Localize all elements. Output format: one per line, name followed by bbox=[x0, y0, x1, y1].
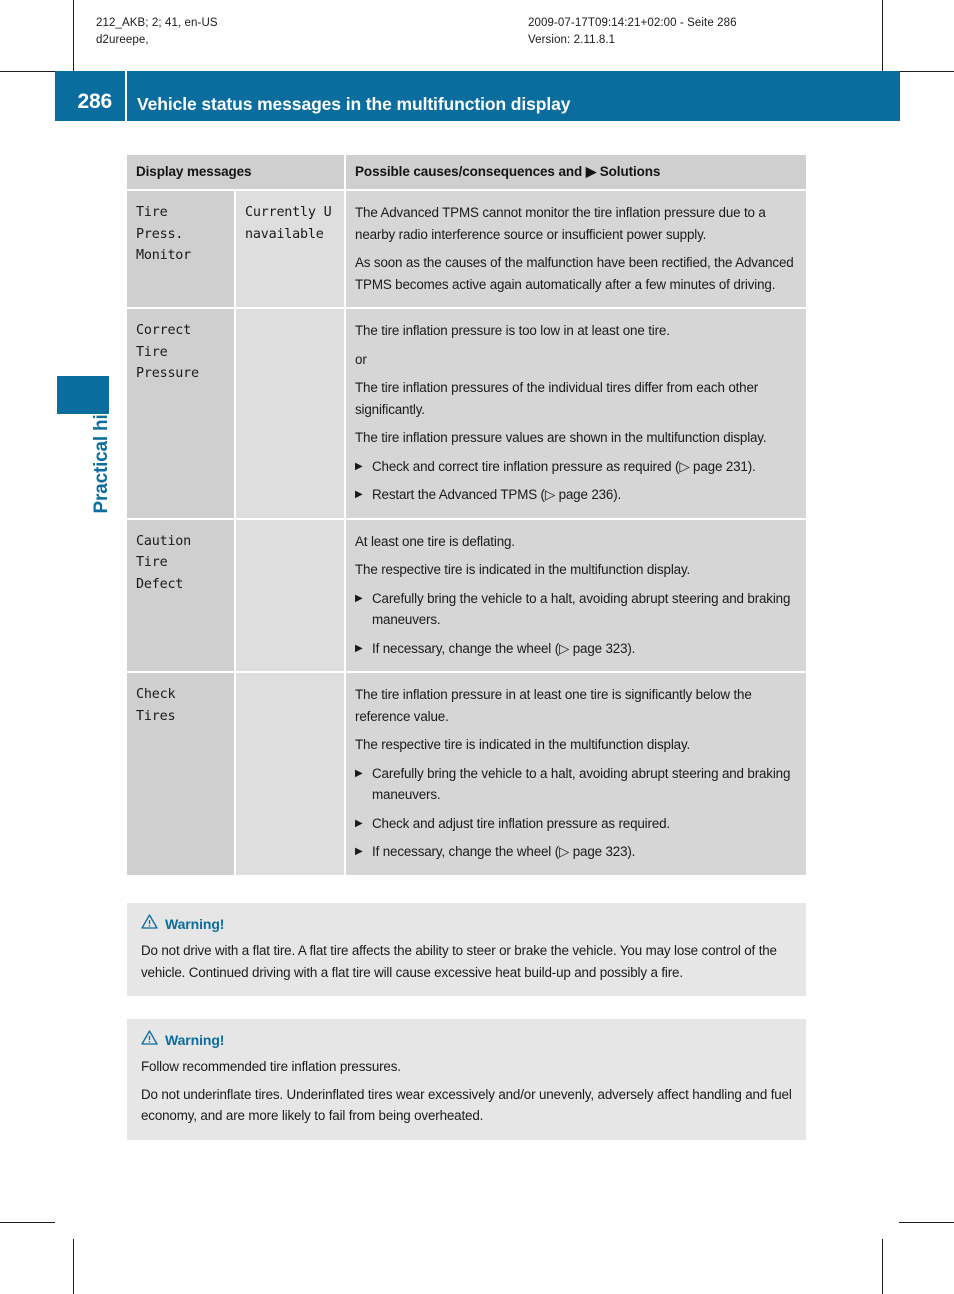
display-message-secondary bbox=[233, 518, 346, 673]
warning-body: Follow recommended tire inflation pressu… bbox=[141, 1056, 792, 1127]
warning-triangle-icon bbox=[141, 1030, 158, 1050]
display-message-primary: Correct Tire Pressure bbox=[127, 308, 235, 520]
solution-triangle-icon: ▶ bbox=[355, 489, 363, 500]
page-number: 286 bbox=[77, 90, 113, 113]
display-message-primary: Check Tires bbox=[127, 672, 235, 877]
header-divider bbox=[125, 71, 127, 121]
warning-title: Warning! bbox=[165, 1032, 225, 1048]
cause-paragraph: The tire inflation pressure is too low i… bbox=[355, 323, 670, 338]
solution-triangle-icon: ▶ bbox=[355, 460, 363, 472]
display-message-secondary bbox=[233, 308, 346, 520]
solution-item: ▶ If necessary, change the wheel (▷ page … bbox=[355, 841, 797, 863]
warning-header: Warning! bbox=[141, 914, 792, 934]
crop-mark-top-left-vertical bbox=[73, 0, 74, 71]
warning-body: Do not drive with a flat tire. A flat ti… bbox=[141, 940, 792, 983]
crop-mark-top-left-horizontal bbox=[0, 71, 55, 72]
print-meta-right: 2009-07-17T09:14:21+02:00 - Seite 286 Ve… bbox=[528, 17, 737, 46]
solution-item: ▶ Carefully bring the vehicle to a halt, … bbox=[355, 588, 797, 631]
warning-box-inflation-pressure: Warning! Follow recommended tire inflati… bbox=[127, 1019, 806, 1140]
causes-and-solutions: The tire inflation pressure in at least … bbox=[344, 672, 807, 877]
cause-paragraph: The tire inflation pressure values are s… bbox=[355, 430, 767, 445]
table-row: Correct Tire Pressure The tire inflation … bbox=[127, 308, 807, 520]
crop-mark-top-right-horizontal bbox=[899, 71, 954, 72]
solution-item: ▶ Check and adjust tire inflation pressur… bbox=[355, 813, 797, 835]
crop-mark-bottom-right-horizontal bbox=[899, 1222, 954, 1223]
print-meta-left: 212_AKB; 2; 41, en-US d2ureepe, bbox=[96, 17, 218, 46]
warning-title: Warning! bbox=[165, 916, 225, 932]
table-header-row: Display messages Possible causes/consequ… bbox=[127, 155, 807, 191]
causes-and-solutions: The tire inflation pressure is too low i… bbox=[344, 308, 807, 520]
table-row: Check Tires The tire inflation pressure i… bbox=[127, 672, 807, 877]
display-message-primary: Tire Press. Monitor bbox=[127, 190, 235, 309]
cause-paragraph: The tire inflation pressures of the indi… bbox=[355, 380, 759, 417]
cause-paragraph: or bbox=[355, 351, 367, 367]
page-title: Vehicle status messages in the multifunc… bbox=[137, 94, 571, 114]
display-message-secondary bbox=[233, 672, 346, 877]
cause-paragraph: The tire inflation pressure in at least … bbox=[355, 687, 752, 724]
solution-triangle-icon: ▶ bbox=[355, 846, 363, 857]
solution-item: ▶ Check and correct tire inflation pressu… bbox=[355, 456, 797, 478]
display-message-primary: Caution Tire Defect bbox=[127, 518, 235, 673]
warning-triangle-icon bbox=[141, 914, 158, 934]
solution-triangle-icon: ▶ bbox=[355, 592, 363, 604]
solution-item: ▶ Restart the Advanced TPMS (▷ page 236). bbox=[355, 484, 797, 506]
causes-and-solutions: At least one tire is deflating. The respe… bbox=[344, 518, 807, 673]
solution-triangle-icon: ▶ bbox=[355, 642, 363, 654]
crop-mark-bottom-left-horizontal bbox=[0, 1222, 55, 1223]
warning-box-flat-tire: Warning! Do not drive with a flat tire. … bbox=[127, 903, 806, 996]
warning-paragraph: Follow recommended tire inflation pressu… bbox=[141, 1059, 401, 1074]
cause-paragraph: As soon as the causes of the malfunction… bbox=[355, 255, 794, 292]
warning-header: Warning! bbox=[141, 1030, 792, 1050]
crop-mark-bottom-right-vertical bbox=[882, 1239, 883, 1294]
crop-mark-bottom-left-vertical bbox=[73, 1239, 74, 1294]
crop-mark-top-right-vertical bbox=[882, 0, 883, 71]
table-row: Caution Tire Defect At least one tire is … bbox=[127, 518, 807, 673]
table-row: Tire Press. Monitor Currently Unavailable… bbox=[127, 190, 807, 309]
causes-and-solutions: The Advanced TPMS cannot monitor the tir… bbox=[344, 190, 807, 309]
warning-paragraph: Do not drive with a flat tire. A flat ti… bbox=[141, 943, 777, 980]
column-header-display-messages: Display messages bbox=[127, 155, 346, 191]
chapter-label: Practical hints bbox=[91, 386, 112, 514]
solution-triangle-icon: ▶ bbox=[355, 767, 363, 779]
cause-paragraph: At least one tire is deflating. bbox=[355, 533, 515, 549]
column-header-causes-solutions: Possible causes/consequences and ▶ Solut… bbox=[344, 155, 807, 191]
solution-item: ▶ If necessary, change the wheel (▷ page … bbox=[355, 638, 797, 660]
cause-paragraph: The respective tire is indicated in the … bbox=[355, 737, 691, 752]
cause-paragraph: The respective tire is indicated in the … bbox=[355, 562, 691, 577]
warning-paragraph: Do not underinflate tires. Underinflated… bbox=[141, 1086, 792, 1124]
solution-item: ▶ Carefully bring the vehicle to a halt, … bbox=[355, 763, 797, 806]
solution-triangle-icon: ▶ bbox=[355, 817, 363, 829]
vehicle-status-messages-table: Display messages Possible causes/consequ… bbox=[127, 155, 807, 877]
cause-paragraph: The Advanced TPMS cannot monitor the tir… bbox=[355, 205, 766, 242]
display-message-secondary: Currently Unavailable bbox=[233, 190, 346, 309]
